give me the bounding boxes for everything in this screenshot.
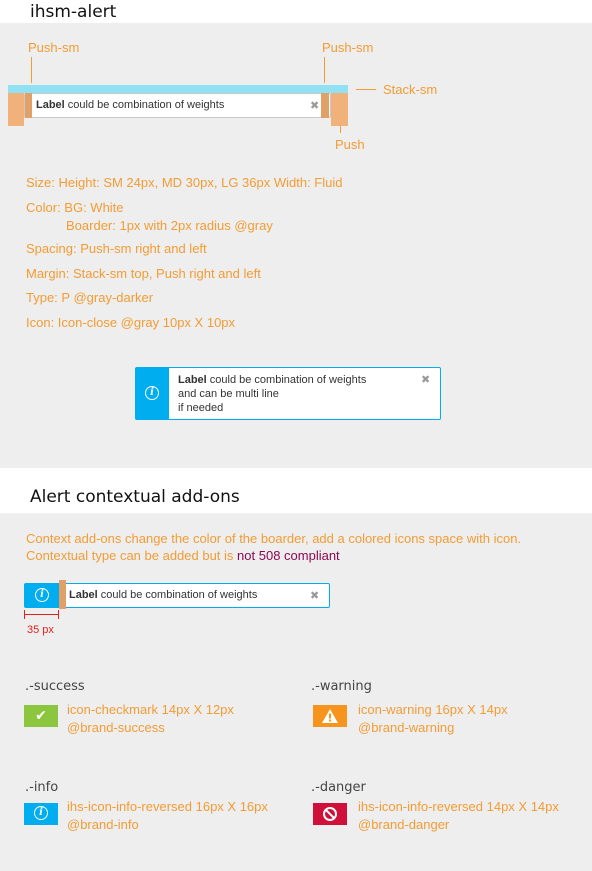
success-spec-1: icon-checkmark 14px X 12px xyxy=(67,702,234,717)
spec-spacing: Spacing: Push-sm right and left xyxy=(26,241,207,256)
spec-border: Boarder: 1px with 2px radius @gray xyxy=(66,218,273,233)
danger-spec-2: @brand-danger xyxy=(358,817,450,832)
annotation-push-sm-right: Push-sm xyxy=(322,40,374,55)
spec-panel-contextual: Context add-ons change the color of the … xyxy=(0,513,592,871)
push-sm-marker-right xyxy=(321,93,329,118)
success-icon-swatch: ✔ xyxy=(24,705,58,727)
danger-icon-swatch xyxy=(313,803,347,825)
multiline-line-3: if needed xyxy=(178,402,224,414)
section-title-contextual: Alert contextual add-ons xyxy=(30,487,240,507)
close-icon[interactable]: ✖ xyxy=(421,373,430,386)
info-icon-swatch: i xyxy=(24,803,58,825)
variant-title-warning: .-warning xyxy=(311,679,372,694)
variant-title-success: .-success xyxy=(25,679,85,694)
variant-spec-success: icon-checkmark 14px X 12px @brand-succes… xyxy=(67,701,234,737)
section-title-ihsm-alert: ihsm-alert xyxy=(30,2,117,22)
alert-icon-area: i xyxy=(136,368,169,419)
alert-icon-area: i xyxy=(25,584,59,607)
measure-label: 35 px xyxy=(27,624,54,636)
alert-label: Label could be combination of weights xyxy=(36,99,224,111)
annotation-push: Push xyxy=(335,137,365,152)
variant-title-info: .-info xyxy=(25,780,59,795)
close-icon[interactable]: ✖ xyxy=(310,589,319,602)
not-508-compliant: not 508 compliant xyxy=(237,548,340,563)
demo-alert: Label could be combination of weights ✖ xyxy=(24,93,331,118)
checkmark-icon: ✔ xyxy=(35,708,47,724)
multiline-label-bold: Label xyxy=(178,374,207,386)
contextual-demo-alert: i Label could be combination of weights … xyxy=(24,580,330,609)
spec-icon: Icon: Icon-close @gray 10px X 10px xyxy=(26,315,236,330)
warning-spec-2: @brand-warning xyxy=(358,720,455,735)
info-icon: i xyxy=(34,806,48,820)
warning-icon-swatch xyxy=(313,705,347,727)
success-spec-2: @brand-success xyxy=(67,720,165,735)
alert-label-bold: Label xyxy=(69,589,98,601)
measure-tick-left xyxy=(24,610,25,619)
info-spec-2: @brand-info xyxy=(67,817,139,832)
danger-spec-1: ihs-icon-info-reversed 14px X 14px xyxy=(358,799,559,814)
annotation-push-sm-left-line xyxy=(31,57,32,83)
danger-icon xyxy=(323,807,337,821)
close-icon[interactable]: ✖ xyxy=(310,99,319,112)
measure-tick-right xyxy=(58,610,59,619)
variant-spec-warning: icon-warning 16px X 14px @brand-warning xyxy=(358,701,508,737)
desc-line-2-a: Contextual type can be added but is xyxy=(26,548,238,563)
spec-margin: Margin: Stack-sm top, Push right and lef… xyxy=(26,266,261,281)
annotation-stack-sm-line xyxy=(356,89,376,90)
spec-color: Color: BG: White xyxy=(26,200,124,215)
push-sm-marker-left xyxy=(25,93,32,118)
spec-type: Type: P @gray-darker xyxy=(26,290,154,305)
stack-sm-bar xyxy=(8,85,348,93)
push-sm-marker xyxy=(59,580,66,609)
desc-line-1: Context add-ons change the color of the … xyxy=(26,531,522,546)
info-spec-1: ihs-icon-info-reversed 16px X 16px xyxy=(67,799,268,814)
multiline-line-1: Label could be combination of weights xyxy=(178,373,366,387)
warning-icon xyxy=(322,709,338,723)
variant-spec-danger: ihs-icon-info-reversed 14px X 14px @bran… xyxy=(358,798,559,834)
multiline-line-2: and can be multi line xyxy=(178,388,279,400)
alert-label-text: could be combination of weights xyxy=(64,99,225,111)
multiline-alert-text: Label could be combination of weights an… xyxy=(178,373,366,415)
multiline-alert: i Label could be combination of weights … xyxy=(135,367,441,420)
alert-label: Label could be combination of weights xyxy=(69,589,257,601)
spec-panel-ihsm-alert: Push-sm Push-sm Stack-sm Push Label coul… xyxy=(0,23,592,468)
alert-label-bold: Label xyxy=(36,99,65,111)
desc-line-2: Contextual type can be added but is not … xyxy=(26,547,521,564)
annotation-push-sm-left: Push-sm xyxy=(28,40,80,55)
measure-line xyxy=(24,614,59,615)
multiline-label-rest: could be combination of weights xyxy=(206,374,367,386)
variant-title-danger: .-danger xyxy=(311,780,366,795)
contextual-description: Context add-ons change the color of the … xyxy=(26,530,521,564)
annotation-push-sm-right-line xyxy=(324,57,325,83)
variant-spec-info: ihs-icon-info-reversed 16px X 16px @bran… xyxy=(67,798,268,834)
push-block-left xyxy=(8,93,24,126)
annotation-stack-sm: Stack-sm xyxy=(383,82,438,97)
push-block-right xyxy=(331,93,348,126)
spec-size: Size: Height: SM 24px, MD 30px, LG 36px … xyxy=(26,175,343,190)
alert-label-text: could be combination of weights xyxy=(97,589,258,601)
info-icon: i xyxy=(35,588,49,602)
info-icon: i xyxy=(145,386,159,400)
warning-spec-1: icon-warning 16px X 14px xyxy=(358,702,508,717)
